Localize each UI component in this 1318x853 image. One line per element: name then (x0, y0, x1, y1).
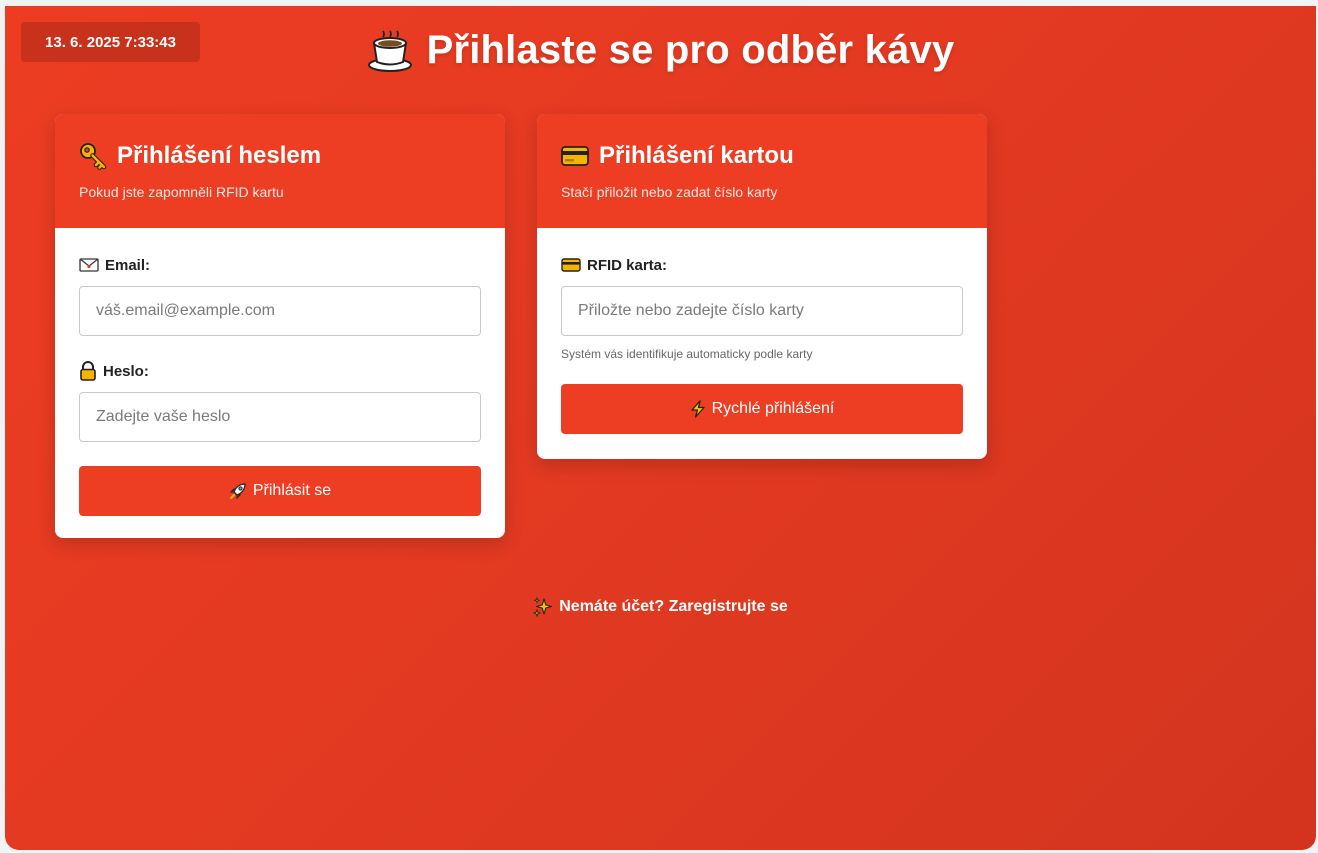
register-link[interactable]: Nemáte účet? Zaregistrujte se (5, 597, 1316, 617)
lightning-icon (690, 400, 706, 418)
coffee-cup-icon (367, 29, 413, 73)
credit-card-icon (561, 257, 581, 273)
password-label-text: Heslo: (103, 362, 149, 380)
card-login-title-text: Přihlášení kartou (599, 142, 794, 169)
password-login-title: Přihlášení heslem (79, 142, 481, 170)
rfid-hint: Systém vás identifikuje automaticky podl… (561, 347, 813, 361)
lock-icon (79, 361, 97, 381)
email-label-text: Email: (105, 256, 151, 274)
email-label: Email: (79, 256, 481, 274)
password-login-card: Přihlášení heslem Pokud jste zapomněli R… (55, 114, 505, 538)
credit-card-icon (561, 145, 589, 167)
card-login-body: RFID karta: Systém vás identifikuje auto… (537, 228, 987, 458)
card-login-subtitle: Stačí přiložit nebo zadat číslo karty (561, 184, 778, 200)
quick-login-button[interactable]: Rychlé přihlášení (561, 384, 963, 434)
envelope-icon (79, 257, 99, 273)
page-title: Přihlaste se pro odběr kávy (5, 28, 1316, 73)
card-login-title: Přihlášení kartou (561, 142, 963, 170)
quick-login-button-label: Rychlé přihlášení (711, 400, 835, 417)
rfid-label-text: RFID karta: (587, 256, 668, 274)
email-input[interactable] (79, 286, 481, 336)
password-login-title-text: Přihlášení heslem (117, 142, 322, 169)
password-login-header: Přihlášení heslem Pokud jste zapomněli R… (55, 114, 505, 228)
password-login-subtitle: Pokud jste zapomněli RFID kartu (79, 184, 284, 200)
password-login-body: Email: Heslo: (55, 228, 505, 538)
rfid-label: RFID karta: (561, 256, 963, 274)
rfid-input[interactable] (561, 286, 963, 336)
login-button[interactable]: Přihlásit se (79, 466, 481, 516)
password-label: Heslo: (79, 361, 481, 381)
page-title-text: Přihlaste se pro odběr kávy (426, 28, 955, 72)
rocket-icon (229, 482, 247, 500)
register-link-text: Nemáte účet? Zaregistrujte se (559, 598, 788, 615)
sparkles-icon (533, 597, 553, 617)
app-frame: 13. 6. 2025 7:33:43 Přihlaste se pro odb… (5, 6, 1316, 850)
card-login-card: Přihlášení kartou Stačí přiložit nebo za… (537, 114, 987, 459)
card-login-header: Přihlášení kartou Stačí přiložit nebo za… (537, 114, 987, 228)
login-button-label: Přihlásit se (252, 482, 332, 499)
key-icon (79, 142, 107, 170)
password-input[interactable] (79, 392, 481, 442)
